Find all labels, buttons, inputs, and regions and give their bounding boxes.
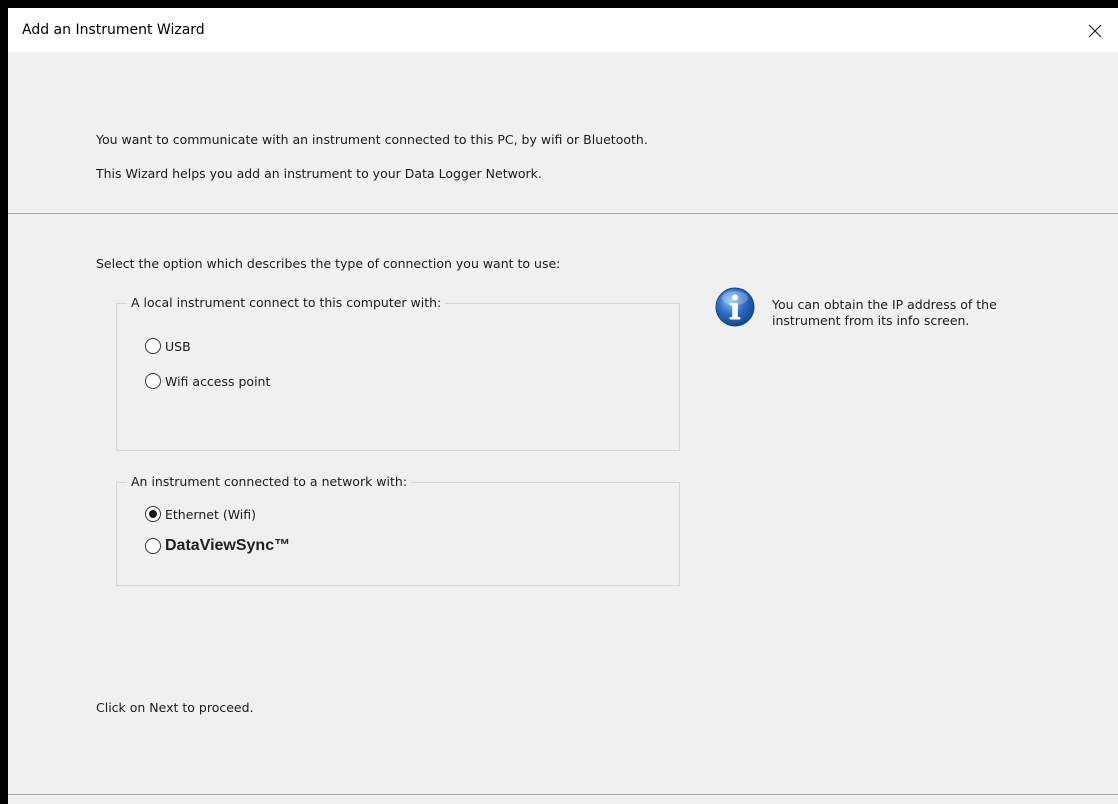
ethernet-wifi-radio[interactable]: [145, 506, 161, 522]
network-group-legend: An instrument connected to a network wit…: [127, 474, 412, 489]
dataviewsync-radio[interactable]: [145, 538, 161, 554]
select-prompt: Select the option which describes the ty…: [96, 256, 561, 271]
info-message-line-2: instrument from its info screen.: [772, 313, 970, 328]
close-button[interactable]: [1080, 16, 1110, 46]
close-icon: [1088, 24, 1102, 38]
header-divider: [8, 213, 1118, 214]
usb-radio[interactable]: [145, 338, 161, 354]
ethernet-wifi-label[interactable]: Ethernet (Wifi): [165, 507, 256, 522]
wifi-access-point-label[interactable]: Wifi access point: [165, 374, 270, 389]
wifi-access-point-radio[interactable]: [145, 373, 161, 389]
usb-label[interactable]: USB: [165, 339, 191, 354]
title-bar[interactable]: Add an Instrument Wizard: [8, 8, 1118, 52]
network-instrument-group: An instrument connected to a network wit…: [116, 474, 680, 586]
wizard-window: Add an Instrument Wizard You want to com…: [8, 8, 1118, 804]
info-message: You can obtain the IP address of the ins…: [772, 297, 997, 329]
local-group-legend: A local instrument connect to this compu…: [127, 295, 446, 310]
info-message-line-1: You can obtain the IP address of the: [772, 297, 997, 312]
wizard-content: You want to communicate with an instrume…: [8, 52, 1118, 804]
info-icon: [714, 286, 756, 328]
dataviewsync-label[interactable]: DataViewSync™: [165, 537, 290, 555]
ethernet-wifi-option[interactable]: Ethernet (Wifi): [145, 506, 256, 522]
dataviewsync-option[interactable]: DataViewSync™: [145, 537, 290, 555]
wifi-access-point-option[interactable]: Wifi access point: [145, 373, 270, 389]
window-title: Add an Instrument Wizard: [22, 22, 205, 38]
proceed-instruction: Click on Next to proceed.: [96, 700, 254, 715]
intro-text-line-1: You want to communicate with an instrume…: [96, 132, 648, 147]
footer-divider: [8, 794, 1118, 795]
usb-option[interactable]: USB: [145, 338, 191, 354]
intro-text-line-2: This Wizard helps you add an instrument …: [96, 166, 542, 181]
local-instrument-group: A local instrument connect to this compu…: [116, 295, 680, 451]
